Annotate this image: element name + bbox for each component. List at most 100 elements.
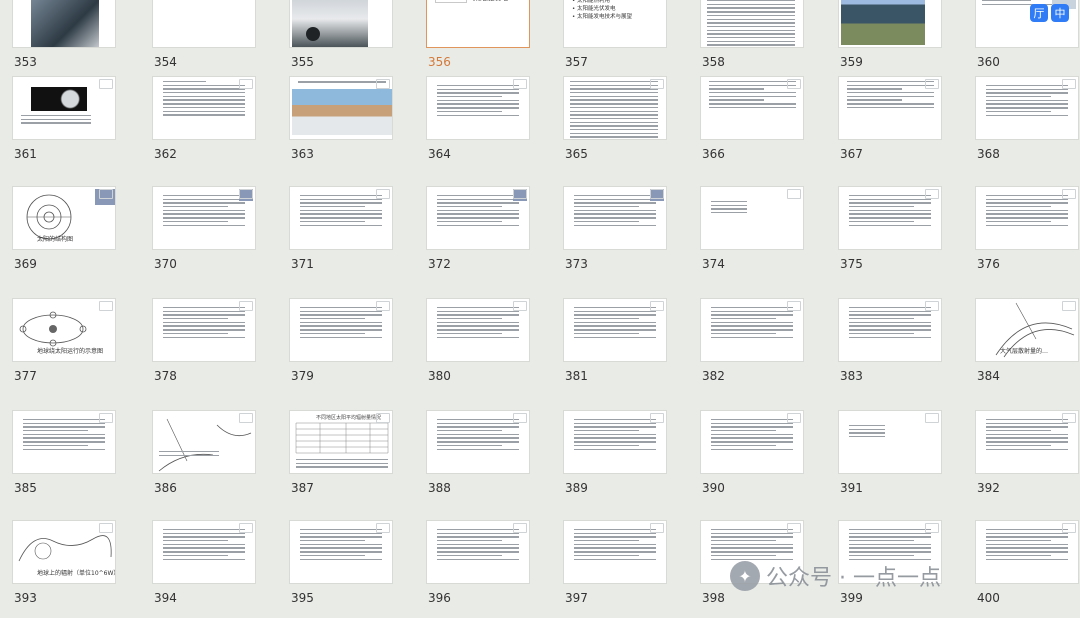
slide-number-label: 382 <box>702 369 725 383</box>
slide-number-label: 377 <box>14 369 37 383</box>
slide-number-label: 395 <box>291 591 314 605</box>
input-method-icon[interactable]: 厅 <box>1030 4 1048 22</box>
page-number-box <box>925 79 939 89</box>
slide-thumbnail[interactable]: 地球绕太阳运行的示意图 <box>12 298 116 362</box>
slide-thumbnail[interactable] <box>12 410 116 474</box>
slide-thumbnail[interactable] <box>426 298 530 362</box>
slide-thumbnail[interactable] <box>975 186 1079 250</box>
slide-thumbnail[interactable] <box>563 76 667 140</box>
slide-number-label: 384 <box>977 369 1000 383</box>
slide-thumbnail[interactable] <box>152 76 256 140</box>
text-lines <box>574 195 660 228</box>
slide-number-label: 378 <box>154 369 177 383</box>
slide-cell: • 太阳能利用的发展• 我国太阳能资源• 太阳能热利用• 太阳能光伏发电• 太阳… <box>551 0 686 76</box>
slide-cell: 359 <box>826 0 961 76</box>
slide-sorter-grid: 353 354 355 12 太阳能发电 356 • 太阳能利用的发展• 我国太阳能资源• … <box>0 0 1080 618</box>
slide-thumbnail[interactable] <box>975 520 1079 584</box>
slide-cell: 375 <box>826 186 961 278</box>
page-number-box <box>1062 189 1076 199</box>
page-number-box <box>650 301 664 311</box>
ime-tray[interactable]: 厅 中 <box>1030 4 1072 24</box>
slide-number-label: 353 <box>14 55 37 69</box>
slide-cell: 381 <box>551 298 686 390</box>
slide-thumbnail[interactable] <box>838 186 942 250</box>
page-number-box <box>513 189 527 199</box>
slide-number-label: 394 <box>154 591 177 605</box>
text-lines <box>986 529 1072 562</box>
slide-thumbnail[interactable] <box>700 0 804 48</box>
slide-thumbnail[interactable] <box>426 76 530 140</box>
slide-thumbnail[interactable] <box>700 410 804 474</box>
slide-number-label: 393 <box>14 591 37 605</box>
wechat-logo-icon: ✦ <box>730 561 760 591</box>
slide-number-label: 369 <box>14 257 37 271</box>
slide-thumbnail[interactable] <box>700 186 804 250</box>
text-lines <box>574 419 660 452</box>
slide-thumbnail[interactable] <box>838 76 942 140</box>
slide-thumbnail[interactable]: 不同地区太阳平均辐射量情况 <box>289 410 393 474</box>
slide-cell: 367 <box>826 76 961 168</box>
slide-thumbnail[interactable] <box>289 186 393 250</box>
slide-thumbnail[interactable] <box>563 186 667 250</box>
slide-thumbnail[interactable] <box>12 76 116 140</box>
slide-thumbnail[interactable] <box>563 520 667 584</box>
slide-cell: 390 <box>688 410 823 502</box>
slide-number-label: 390 <box>702 481 725 495</box>
slide-thumbnail[interactable] <box>289 0 393 48</box>
slide-thumbnail[interactable] <box>838 0 942 48</box>
slide-thumbnail[interactable]: 太阳的结构图 <box>12 186 116 250</box>
text-lines <box>163 307 249 340</box>
slide-title: 太阳能发电 <box>473 0 508 3</box>
slide-thumbnail[interactable] <box>152 186 256 250</box>
slide-cell: 12 太阳能发电 356 <box>414 0 549 76</box>
slide-thumbnail[interactable] <box>426 186 530 250</box>
slide-thumbnail[interactable]: 12 太阳能发电 <box>426 0 530 48</box>
page-number-box <box>99 523 113 533</box>
slide-number-label: 363 <box>291 147 314 161</box>
slide-thumbnail[interactable] <box>426 520 530 584</box>
slide-cell: 364 <box>414 76 549 168</box>
slide-thumbnail[interactable]: • 太阳能利用的发展• 我国太阳能资源• 太阳能热利用• 太阳能光伏发电• 太阳… <box>563 0 667 48</box>
solar-farm-photo <box>841 0 925 45</box>
slide-number-label: 362 <box>154 147 177 161</box>
slide-thumbnail[interactable] <box>700 298 804 362</box>
slide-cell: 380 <box>414 298 549 390</box>
slide-cell: 378 <box>140 298 275 390</box>
slide-number-label: 380 <box>428 369 451 383</box>
slide-cell: 391 <box>826 410 961 502</box>
slide-cell: 373 <box>551 186 686 278</box>
slide-thumbnail[interactable] <box>426 410 530 474</box>
slide-thumbnail[interactable] <box>563 410 667 474</box>
slide-thumbnail[interactable] <box>152 410 256 474</box>
language-icon[interactable]: 中 <box>1051 4 1069 22</box>
slide-thumbnail[interactable] <box>152 520 256 584</box>
truck-photo <box>292 0 368 47</box>
slide-number-label: 375 <box>840 257 863 271</box>
text-lines <box>849 425 889 440</box>
slide-thumbnail[interactable]: 地球上的辐射（单位10^6W） <box>12 520 116 584</box>
slide-thumbnail[interactable] <box>12 0 116 48</box>
text-lines <box>849 195 935 228</box>
slide-number-label: 357 <box>565 55 588 69</box>
slide-thumbnail[interactable] <box>975 410 1079 474</box>
slide-thumbnail[interactable] <box>838 298 942 362</box>
figure-caption: 大气层散射量的… <box>1000 348 1049 355</box>
concentrator-photo <box>292 89 392 135</box>
slide-thumbnail[interactable] <box>152 0 256 48</box>
slide-thumbnail[interactable] <box>838 410 942 474</box>
slide-cell: 374 <box>688 186 823 278</box>
slide-thumbnail[interactable]: 大气层散射量的… <box>975 298 1079 362</box>
slide-thumbnail[interactable] <box>152 298 256 362</box>
slide-thumbnail[interactable] <box>289 520 393 584</box>
page-number-box <box>99 79 113 89</box>
slide-thumbnail[interactable] <box>700 76 804 140</box>
slide-thumbnail[interactable] <box>563 298 667 362</box>
slide-thumbnail[interactable] <box>289 76 393 140</box>
text-lines <box>21 115 91 126</box>
slide-cell: 371 <box>277 186 412 278</box>
slide-thumbnail[interactable] <box>289 298 393 362</box>
slide-thumbnail[interactable] <box>975 76 1079 140</box>
slide-cell: 362 <box>140 76 275 168</box>
text-lines <box>300 195 386 228</box>
slide-cell: 大气层散射量的… 384 <box>963 298 1080 390</box>
